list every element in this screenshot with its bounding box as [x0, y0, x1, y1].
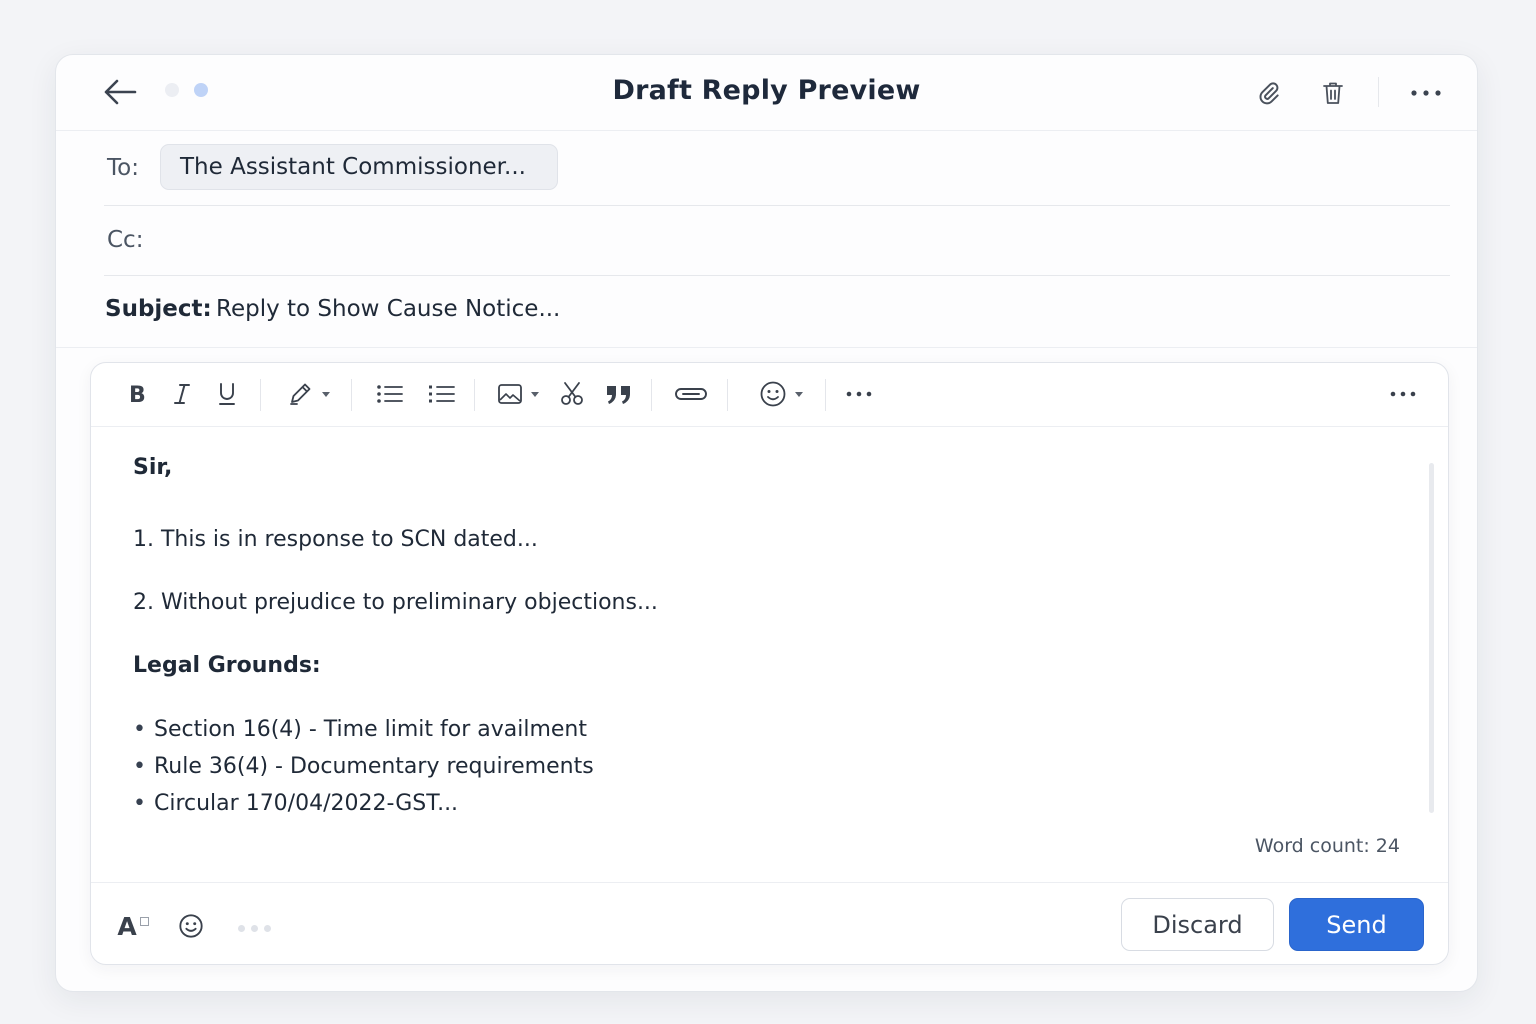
numbered-list-button[interactable]: [423, 377, 461, 411]
body-scrollbar[interactable]: [1429, 463, 1434, 813]
paragraph: 1. This is in response to SCN dated...: [133, 527, 538, 552]
more-options-button[interactable]: [1404, 75, 1448, 111]
subject-label: Subject:: [105, 296, 212, 322]
italic-icon: [174, 384, 190, 404]
insert-image-button[interactable]: [489, 377, 547, 411]
bulleted-list-icon: [377, 385, 403, 403]
emoji-icon: [179, 914, 203, 938]
fields-divider: [56, 347, 1477, 348]
compose-window: Draft Reply Preview To: The Assistant Co…: [55, 54, 1478, 992]
toolbar-divider: [651, 379, 652, 411]
overflow-more-icon: [1390, 391, 1416, 397]
salutation: Sir,: [133, 455, 173, 480]
chevron-down-icon: [531, 391, 539, 397]
window-header: Draft Reply Preview: [56, 55, 1477, 131]
highlight-pen-icon: [290, 383, 311, 405]
subject-row[interactable]: Subject: Reply to Show Cause Notice...: [104, 276, 1450, 346]
cc-label: Cc:: [107, 227, 144, 253]
underline-button[interactable]: [211, 377, 243, 411]
toolbar-overflow-button[interactable]: [1383, 377, 1423, 411]
list-item: Rule 36(4) - Documentary requirements: [133, 748, 594, 785]
more-horizontal-icon: [1411, 90, 1441, 96]
toolbar-divider: [825, 379, 826, 411]
image-icon: [498, 384, 522, 404]
numbered-list-icon: [429, 385, 455, 403]
send-button[interactable]: Send: [1289, 898, 1424, 951]
more-icon: [846, 391, 872, 397]
bulleted-list-button[interactable]: [371, 377, 409, 411]
svg-text:B: B: [129, 383, 146, 405]
recipient-chip[interactable]: The Assistant Commissioner...: [160, 144, 558, 190]
header-divider: [1378, 77, 1379, 107]
cut-button[interactable]: [555, 377, 589, 411]
link-icon: [675, 388, 707, 400]
to-row: To: The Assistant Commissioner...: [104, 131, 1450, 206]
cut-icon: [561, 382, 583, 405]
subject-value[interactable]: Reply to Show Cause Notice...: [216, 296, 560, 322]
chevron-down-icon: [322, 391, 330, 397]
grounds-heading: Legal Grounds:: [133, 653, 321, 678]
delete-button[interactable]: [1315, 75, 1351, 111]
bold-icon: B: [129, 383, 146, 405]
format-square-icon: [139, 916, 149, 926]
discard-button[interactable]: Discard: [1121, 898, 1274, 951]
grounds-list: Section 16(4) - Time limit for availment…: [133, 711, 594, 822]
editor-card: B Sir, 1. This is in response to SCN dat…: [90, 362, 1449, 965]
cc-input[interactable]: [164, 220, 1418, 262]
paragraph: 2. Without prejudice to preliminary obje…: [133, 590, 658, 615]
attach-button[interactable]: [1251, 75, 1287, 111]
cc-row: Cc:: [104, 206, 1450, 276]
to-label: To:: [107, 155, 139, 181]
underline-icon: [219, 383, 235, 405]
more-dots-icon: [235, 917, 274, 936]
toolbar-divider: [474, 379, 475, 411]
highlight-button[interactable]: [281, 377, 337, 411]
bold-button[interactable]: B: [121, 377, 155, 411]
toolbar-divider: [727, 379, 728, 411]
emoji-icon: [760, 381, 786, 407]
insert-link-button[interactable]: [669, 377, 713, 411]
font-format-label: A: [117, 911, 137, 941]
footer-more-button[interactable]: [229, 908, 279, 944]
list-item: Circular 170/04/2022-GST...: [133, 785, 594, 822]
italic-button[interactable]: [167, 377, 197, 411]
chevron-down-icon: [795, 391, 803, 397]
paperclip-icon: [1259, 82, 1279, 105]
font-format-button[interactable]: A: [111, 908, 155, 944]
footer-divider: [91, 882, 1448, 883]
toolbar-more-button[interactable]: [839, 377, 879, 411]
word-count: Word count: 24: [1254, 835, 1400, 857]
formatting-toolbar: B: [91, 363, 1448, 427]
trash-icon: [1323, 82, 1343, 104]
blockquote-button[interactable]: [601, 377, 637, 411]
list-item: Section 16(4) - Time limit for availment: [133, 711, 594, 748]
quote-icon: [607, 386, 630, 404]
footer-emoji-button[interactable]: [173, 908, 209, 944]
toolbar-divider: [260, 379, 261, 411]
emoji-button[interactable]: [751, 377, 811, 411]
toolbar-divider: [351, 379, 352, 411]
